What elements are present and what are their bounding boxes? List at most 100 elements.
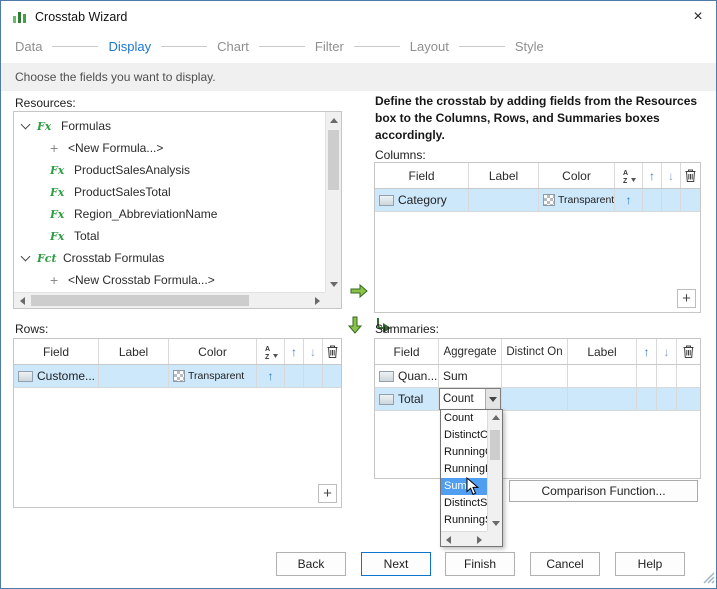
crosstab-formula-icon: Fct xyxy=(37,251,57,265)
tree-item-total[interactable]: Fx Total xyxy=(14,225,324,247)
sort-az-icon: AZ xyxy=(623,170,636,184)
step-display[interactable]: Display xyxy=(108,39,151,54)
help-button[interactable]: Help xyxy=(615,552,685,576)
sort-ascending-icon: ↑ xyxy=(267,369,274,383)
summaries-row-total[interactable]: Total Count xyxy=(375,388,700,411)
titlebar: Crosstab Wizard xyxy=(1,1,716,32)
dropdown-item-distinctsum[interactable]: DistinctSum xyxy=(441,495,487,512)
rows-label: Rows: xyxy=(15,322,49,336)
dropdown-horizontal-scrollbar[interactable] xyxy=(441,531,487,546)
arrow-down-icon: ↓ xyxy=(668,168,674,183)
chevron-expanded-icon[interactable] xyxy=(20,251,31,262)
tree-item-region-abbreviationname[interactable]: Fx Region_AbbreviationName xyxy=(14,203,324,225)
scroll-down-icon[interactable] xyxy=(488,516,503,531)
summaries-table: Field Aggregate Distinct On Label ↑ ↓ Qu… xyxy=(374,338,701,479)
resources-horizontal-scrollbar[interactable] xyxy=(14,292,325,308)
aggregate-value: Count xyxy=(443,393,474,405)
rows-row-customer[interactable]: Custome... Transparent ↑ xyxy=(14,365,341,388)
arrow-up-icon: ↑ xyxy=(643,344,650,359)
comparison-function-button[interactable]: Comparison Function... xyxy=(509,480,698,502)
arrow-up-icon: ↑ xyxy=(649,168,655,183)
next-button[interactable]: Next xyxy=(361,552,431,576)
new-item-icon: + xyxy=(50,272,59,288)
tree-item-productsalestotal[interactable]: Fx ProductSalesTotal xyxy=(14,181,324,203)
resources-vertical-scrollbar[interactable] xyxy=(325,112,341,292)
combo-dropdown-button[interactable] xyxy=(485,389,500,409)
close-icon[interactable]: × xyxy=(687,6,709,28)
sort-az-icon: AZ xyxy=(265,346,278,360)
formula-icon: Fx xyxy=(37,119,52,133)
scrollbar-thumb[interactable] xyxy=(490,430,500,460)
dropdown-item-runningdistinctcount[interactable]: RunningDistinctCount xyxy=(441,461,487,478)
step-data[interactable]: Data xyxy=(15,39,42,54)
move-to-rows-button[interactable] xyxy=(345,314,365,336)
tree-item-new-crosstab-formula[interactable]: + <New Crosstab Formula...> xyxy=(14,269,324,291)
field-icon xyxy=(18,370,33,382)
tree-item-crosstab-formulas[interactable]: Fct Crosstab Formulas xyxy=(14,247,324,269)
move-row-up-button[interactable]: ↑ xyxy=(637,339,657,364)
delete-row-button[interactable] xyxy=(681,163,700,188)
sort-az-button[interactable]: AZ xyxy=(615,163,643,188)
scrollbar-thumb[interactable] xyxy=(328,130,339,190)
svg-text:Z: Z xyxy=(623,178,628,184)
delete-row-button[interactable] xyxy=(677,339,700,364)
summaries-row-quantity[interactable]: Quan... Sum xyxy=(375,365,700,388)
rows-header-row: Field Label Color AZ ↑ ↓ xyxy=(14,339,341,365)
tree-item-new-formula[interactable]: + <New Formula...> xyxy=(14,137,324,159)
move-row-up-button[interactable]: ↑ xyxy=(643,163,662,188)
scrollbar-thumb[interactable] xyxy=(31,295,249,306)
scroll-up-icon[interactable] xyxy=(326,112,341,128)
svg-text:A: A xyxy=(623,170,628,177)
dropdown-vertical-scrollbar[interactable] xyxy=(487,410,502,531)
header-label: Label xyxy=(568,339,637,364)
scroll-right-icon[interactable] xyxy=(309,293,325,308)
dropdown-item-distinctcount[interactable]: DistinctCount xyxy=(441,427,487,444)
cancel-button[interactable]: Cancel xyxy=(530,552,600,576)
header-distinct-on: Distinct On xyxy=(502,339,568,364)
formula-icon: Fx xyxy=(50,163,65,177)
delete-row-button[interactable] xyxy=(323,339,341,364)
step-style[interactable]: Style xyxy=(515,39,544,54)
dropdown-item-count[interactable]: Count xyxy=(441,410,487,427)
columns-label: Columns: xyxy=(375,148,426,162)
step-filter[interactable]: Filter xyxy=(315,39,344,54)
move-row-down-button[interactable]: ↓ xyxy=(304,339,323,364)
tree-item-productsalesanalysis[interactable]: Fx ProductSalesAnalysis xyxy=(14,159,324,181)
back-button[interactable]: Back xyxy=(276,552,346,576)
step-layout[interactable]: Layout xyxy=(410,39,449,54)
tree-item-formulas[interactable]: Fx Formulas xyxy=(14,115,324,137)
arrow-down-icon xyxy=(347,316,363,334)
arrow-down-icon: ↓ xyxy=(663,344,670,359)
add-row-button[interactable]: + xyxy=(318,484,337,503)
scroll-right-icon[interactable] xyxy=(472,532,487,547)
field-icon xyxy=(379,393,394,405)
wizard-subtitle: Choose the fields you want to display. xyxy=(1,63,716,91)
step-chart[interactable]: Chart xyxy=(217,39,249,54)
dropdown-item-sum-selected[interactable]: Sum xyxy=(441,478,487,495)
dropdown-item-runningsum[interactable]: RunningSum xyxy=(441,512,487,529)
step-connector xyxy=(353,45,400,47)
transparent-swatch-icon xyxy=(543,194,555,206)
finish-button[interactable]: Finish xyxy=(445,552,515,576)
move-to-columns-button[interactable] xyxy=(348,281,370,301)
trash-icon xyxy=(327,345,337,358)
svg-text:A: A xyxy=(265,346,270,353)
move-row-down-button[interactable]: ↓ xyxy=(657,339,677,364)
header-aggregate: Aggregate xyxy=(439,339,502,364)
move-row-down-button[interactable]: ↓ xyxy=(662,163,681,188)
formula-icon: Fx xyxy=(50,185,65,199)
scroll-up-icon[interactable] xyxy=(488,410,503,425)
dropdown-item-runningcount[interactable]: RunningCount xyxy=(441,444,487,461)
add-column-button[interactable]: + xyxy=(677,289,696,308)
chevron-down-icon xyxy=(489,396,497,402)
move-row-up-button[interactable]: ↑ xyxy=(285,339,304,364)
sort-az-button[interactable]: AZ xyxy=(257,339,285,364)
aggregate-combobox[interactable]: Count xyxy=(439,388,501,410)
columns-row-category[interactable]: Category Transparent ↑ xyxy=(375,189,700,212)
scroll-left-icon[interactable] xyxy=(14,293,30,308)
chevron-expanded-icon[interactable] xyxy=(20,119,31,130)
wizard-step-nav: Data Display Chart Filter Layout Style xyxy=(15,35,544,57)
scroll-left-icon[interactable] xyxy=(441,532,456,547)
resize-grip[interactable] xyxy=(700,569,715,587)
scroll-down-icon[interactable] xyxy=(326,276,341,292)
